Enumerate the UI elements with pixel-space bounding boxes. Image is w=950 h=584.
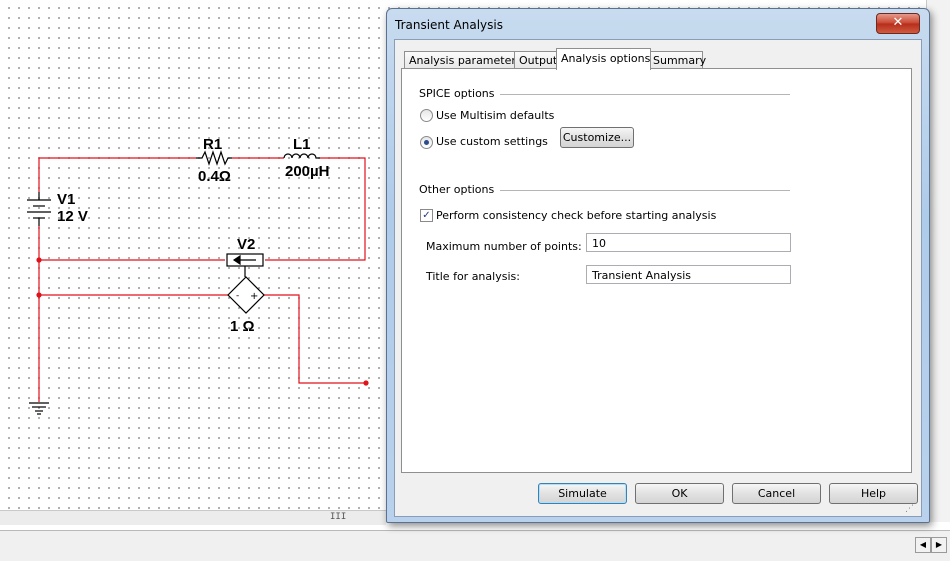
max-points-label: Maximum number of points: [426, 240, 582, 253]
terminal-dot [363, 380, 369, 386]
horizontal-scrollbar[interactable]: III [0, 510, 386, 525]
status-bar [0, 530, 950, 562]
spice-options-heading: SPICE options [419, 87, 495, 100]
v2-value-label: 1 Ω [230, 318, 255, 335]
radio-custom-settings[interactable] [420, 136, 433, 149]
radio-custom-settings-label[interactable]: Use custom settings [436, 135, 548, 148]
dialog-title: Transient Analysis [395, 18, 503, 32]
cancel-button[interactable]: Cancel [732, 483, 821, 504]
resistor-symbol [196, 150, 232, 166]
controlled-source-symbol [227, 276, 265, 314]
ground-symbol [29, 402, 49, 415]
v1-ref-label: V1 [57, 191, 75, 208]
radio-multisim-defaults[interactable] [420, 109, 433, 122]
customize-button[interactable]: Customize... [560, 127, 634, 148]
tab-output[interactable]: Output [514, 51, 558, 69]
dialog-body: Analysis parameters Output Analysis opti… [394, 39, 922, 517]
r1-ref-label: R1 [203, 136, 222, 153]
scroll-grip[interactable]: III [330, 512, 346, 522]
title-input[interactable]: Transient Analysis [586, 265, 791, 284]
l1-value-label: 200µH [285, 163, 330, 180]
check-icon[interactable]: ✓ [420, 209, 433, 222]
tab-summary[interactable]: Summary [648, 51, 706, 69]
junction-dot [36, 257, 42, 263]
section-divider [500, 190, 790, 192]
scroll-left-icon[interactable]: ◀ [915, 537, 931, 553]
transient-analysis-dialog: Transient Analysis ✕ Analysis parameters… [386, 8, 930, 523]
junction-dot [36, 292, 42, 298]
cs-plus-sign: + [250, 291, 258, 302]
wire-cs-output [264, 294, 366, 384]
section-divider [500, 94, 790, 96]
v2-ref-label: V2 [237, 236, 255, 253]
other-options-heading: Other options [419, 183, 495, 196]
v1-value-label: 12 V [57, 208, 88, 225]
tab-analysis-parameters[interactable]: Analysis parameters [404, 51, 522, 69]
l1-ref-label: L1 [293, 136, 311, 153]
consistency-check-label[interactable]: Perform consistency check before startin… [436, 209, 716, 222]
bottom-strip: ◀ ▶ [0, 537, 950, 584]
circuit-diagram: - + R1 0.4Ω L1 200µH V1 12 V V2 1 Ω [27, 136, 369, 415]
cs-minus-sign: - [236, 291, 239, 301]
simulate-button[interactable]: Simulate [538, 483, 627, 504]
ok-button[interactable]: OK [635, 483, 724, 504]
inductor-symbol [283, 153, 320, 159]
wire-top-left [38, 157, 196, 192]
max-points-input[interactable]: 10 [586, 233, 791, 252]
battery-symbol [27, 192, 51, 226]
tab-panel-analysis-options: SPICE options Use Multisim defaults Use … [401, 68, 912, 473]
scroll-right-icon[interactable]: ▶ [931, 537, 947, 553]
resize-grip-icon[interactable]: ⋰ [905, 503, 917, 515]
help-button[interactable]: Help [829, 483, 918, 504]
r1-value-label: 0.4Ω [198, 168, 231, 185]
current-sensor-symbol [226, 253, 264, 277]
radio-multisim-defaults-label[interactable]: Use Multisim defaults [436, 109, 554, 122]
tab-analysis-options[interactable]: Analysis options [556, 48, 651, 70]
title-label: Title for analysis: [426, 270, 520, 283]
close-icon[interactable]: ✕ [876, 13, 920, 34]
